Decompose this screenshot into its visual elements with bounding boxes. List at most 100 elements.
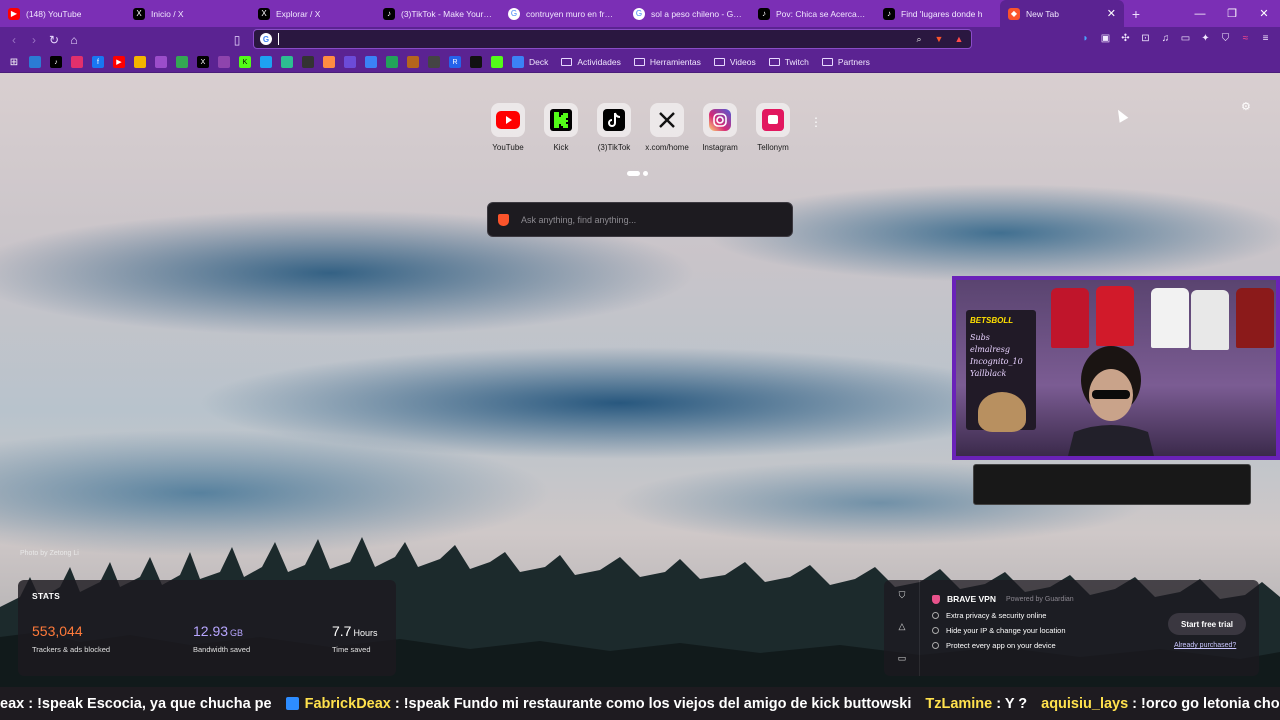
search-box[interactable] xyxy=(487,202,793,237)
top-site-youtube[interactable]: YouTube xyxy=(487,103,529,152)
tab-tiktok[interactable]: ♪ (3)TikTok - Make Your Day xyxy=(375,0,500,27)
kick-icon xyxy=(550,109,572,131)
bookmark-icon[interactable]: ▯ xyxy=(227,30,247,50)
pager-dot-active[interactable] xyxy=(627,171,640,176)
bookmark-favicon-icon[interactable] xyxy=(407,56,419,68)
tiktok-icon: ♪ xyxy=(883,7,895,20)
vpn-icon[interactable]: ⛉ xyxy=(1219,32,1232,45)
new-tab-button[interactable]: + xyxy=(1124,0,1148,27)
youtube-icon[interactable]: ▶ xyxy=(113,56,125,68)
tab-youtube[interactable]: ▶ (148) YouTube xyxy=(0,0,125,27)
bookmark-favicon-icon[interactable] xyxy=(218,56,230,68)
back-icon[interactable]: ‹ xyxy=(4,30,24,50)
forward-icon[interactable]: › xyxy=(24,30,44,50)
close-window-icon[interactable]: ✕ xyxy=(1248,0,1280,27)
tab-new-tab[interactable]: ◆ New Tab ✕ xyxy=(1000,0,1124,27)
vpn-feature: Extra privacy & security online xyxy=(932,611,1066,620)
top-site-tiktok[interactable]: (3)TikTok xyxy=(593,103,635,152)
translate-icon[interactable]: ◗ xyxy=(1079,32,1092,45)
tab-title: Inicio / X xyxy=(151,8,184,19)
chat-text: eax : !speak Escocia, ya que chucha pe xyxy=(0,695,272,712)
minimize-icon[interactable]: — xyxy=(1184,0,1216,27)
bookmark-favicon-icon[interactable] xyxy=(323,56,335,68)
music-icon[interactable]: ♫ xyxy=(1159,32,1172,45)
bookmark-label: Herramientas xyxy=(649,57,701,67)
stats-widget: STATS 553,044 Trackers & ads blocked 12.… xyxy=(18,580,396,676)
bookmark-folder-actividades[interactable]: Actividades xyxy=(561,57,621,67)
sidebar-icon[interactable]: ≈ xyxy=(1239,32,1252,45)
puzzle-icon[interactable]: ✣ xyxy=(1119,32,1132,45)
bookmark-favicon-icon[interactable] xyxy=(365,56,377,68)
tab-title: Explorar / X xyxy=(276,8,321,19)
warning-icon[interactable]: △ xyxy=(896,621,908,633)
vpn-shield-icon[interactable]: ⛉ xyxy=(896,590,908,602)
address-bar[interactable]: G ⌕ ▼ ▲ xyxy=(253,29,972,49)
bookmark-favicon-icon[interactable] xyxy=(470,56,482,68)
brave-icon: ◆ xyxy=(1008,7,1020,20)
bookmark-favicon-icon[interactable] xyxy=(281,56,293,68)
screenshot-icon[interactable]: ⊡ xyxy=(1139,32,1152,45)
already-purchased-link[interactable]: Already purchased? xyxy=(1174,642,1236,649)
instagram-icon[interactable] xyxy=(71,56,83,68)
tab-tiktok-pov[interactable]: ♪ Pov: Chica se Acerca en Vi xyxy=(750,0,875,27)
card-icon[interactable]: ▭ xyxy=(896,653,908,665)
menu-icon[interactable]: ≡ xyxy=(1259,32,1272,45)
brave-shields-icon[interactable]: ▼ xyxy=(933,33,945,45)
facebook-icon[interactable]: f xyxy=(92,56,104,68)
bookmark-favicon-icon[interactable] xyxy=(155,56,167,68)
extension-icon[interactable]: ▣ xyxy=(1099,32,1112,45)
stat-bandwidth: 12.93 GB Bandwidth saved xyxy=(193,623,250,654)
photo-credit[interactable]: Photo by Zetong Li xyxy=(20,550,79,557)
settings-gear-icon[interactable]: ⚙ xyxy=(1241,100,1253,113)
top-site-tile xyxy=(650,103,684,137)
home-icon[interactable]: ⌂ xyxy=(64,30,84,50)
bookmark-folder-twitch[interactable]: Twitch xyxy=(768,57,809,67)
bookmark-favicon-icon[interactable] xyxy=(428,56,440,68)
tiktok-icon[interactable]: ♪ xyxy=(50,56,62,68)
bookmark-favicon-icon[interactable] xyxy=(491,56,503,68)
search-input[interactable] xyxy=(521,214,761,225)
wallet-icon[interactable]: ▭ xyxy=(1179,32,1192,45)
vpn-title: BRAVE VPN Powered by Guardian xyxy=(932,594,1074,604)
top-site-label: (3)TikTok xyxy=(597,143,631,152)
bookmark-favicon-icon[interactable] xyxy=(176,56,188,68)
bookmark-folder-partners[interactable]: Partners xyxy=(821,57,870,67)
tab-x-explorar[interactable]: X Explorar / X xyxy=(250,0,375,27)
top-site-kick[interactable]: Kick xyxy=(540,103,582,152)
tab-google-muro[interactable]: G contruyen muro en fronte xyxy=(500,0,625,27)
leo-icon[interactable]: ✦ xyxy=(1199,32,1212,45)
bookmark-favicon-icon[interactable] xyxy=(386,56,398,68)
vpn-title-text: BRAVE VPN xyxy=(947,594,996,604)
bandwidth-unit: GB xyxy=(230,628,244,638)
pager-dot[interactable] xyxy=(643,171,648,176)
maximize-icon[interactable]: ❐ xyxy=(1216,0,1248,27)
bookmark-favicon-icon[interactable] xyxy=(29,56,41,68)
tab-x-inicio[interactable]: X Inicio / X xyxy=(125,0,250,27)
top-site-instagram[interactable]: Instagram xyxy=(699,103,741,152)
x-icon[interactable]: X xyxy=(197,56,209,68)
bookmark-folder-herramientas[interactable]: Herramientas xyxy=(633,57,701,67)
top-site-x[interactable]: x.com/home xyxy=(645,103,689,152)
more-options-icon[interactable]: ⋮ xyxy=(810,115,822,129)
extensions-area: ◗ ▣ ✣ ⊡ ♫ ▭ ✦ ⛉ ≈ ≡ xyxy=(1079,32,1272,45)
bookmark-favicon-icon[interactable] xyxy=(134,56,146,68)
deck-icon xyxy=(512,56,524,68)
jersey-image xyxy=(1151,288,1189,348)
tab-tiktok-find[interactable]: ♪ Find 'lugares donde h xyxy=(875,0,1000,27)
bookmark-folder-videos[interactable]: Videos xyxy=(713,57,756,67)
tab-google-sol[interactable]: G sol a peso chileno - Googl xyxy=(625,0,750,27)
zoom-icon[interactable]: ⌕ xyxy=(913,33,925,45)
reload-icon[interactable]: ↻ xyxy=(44,30,64,50)
bookmark-favicon-icon[interactable] xyxy=(344,56,356,68)
brave-rewards-icon[interactable]: ▲ xyxy=(953,33,965,45)
bookmark-favicon-icon[interactable]: R xyxy=(449,56,461,68)
bookmark-deck[interactable]: Deck xyxy=(512,56,548,68)
top-site-tellonym[interactable]: Tellonym xyxy=(752,103,794,152)
close-tab-icon[interactable]: ✕ xyxy=(1107,7,1116,20)
apps-grid-icon[interactable]: ⊞ xyxy=(8,56,20,68)
bookmark-favicon-icon[interactable] xyxy=(260,56,272,68)
kick-icon[interactable]: K xyxy=(239,56,251,68)
jersey-image xyxy=(1096,286,1134,346)
start-free-trial-button[interactable]: Start free trial xyxy=(1168,613,1246,635)
bookmark-favicon-icon[interactable] xyxy=(302,56,314,68)
